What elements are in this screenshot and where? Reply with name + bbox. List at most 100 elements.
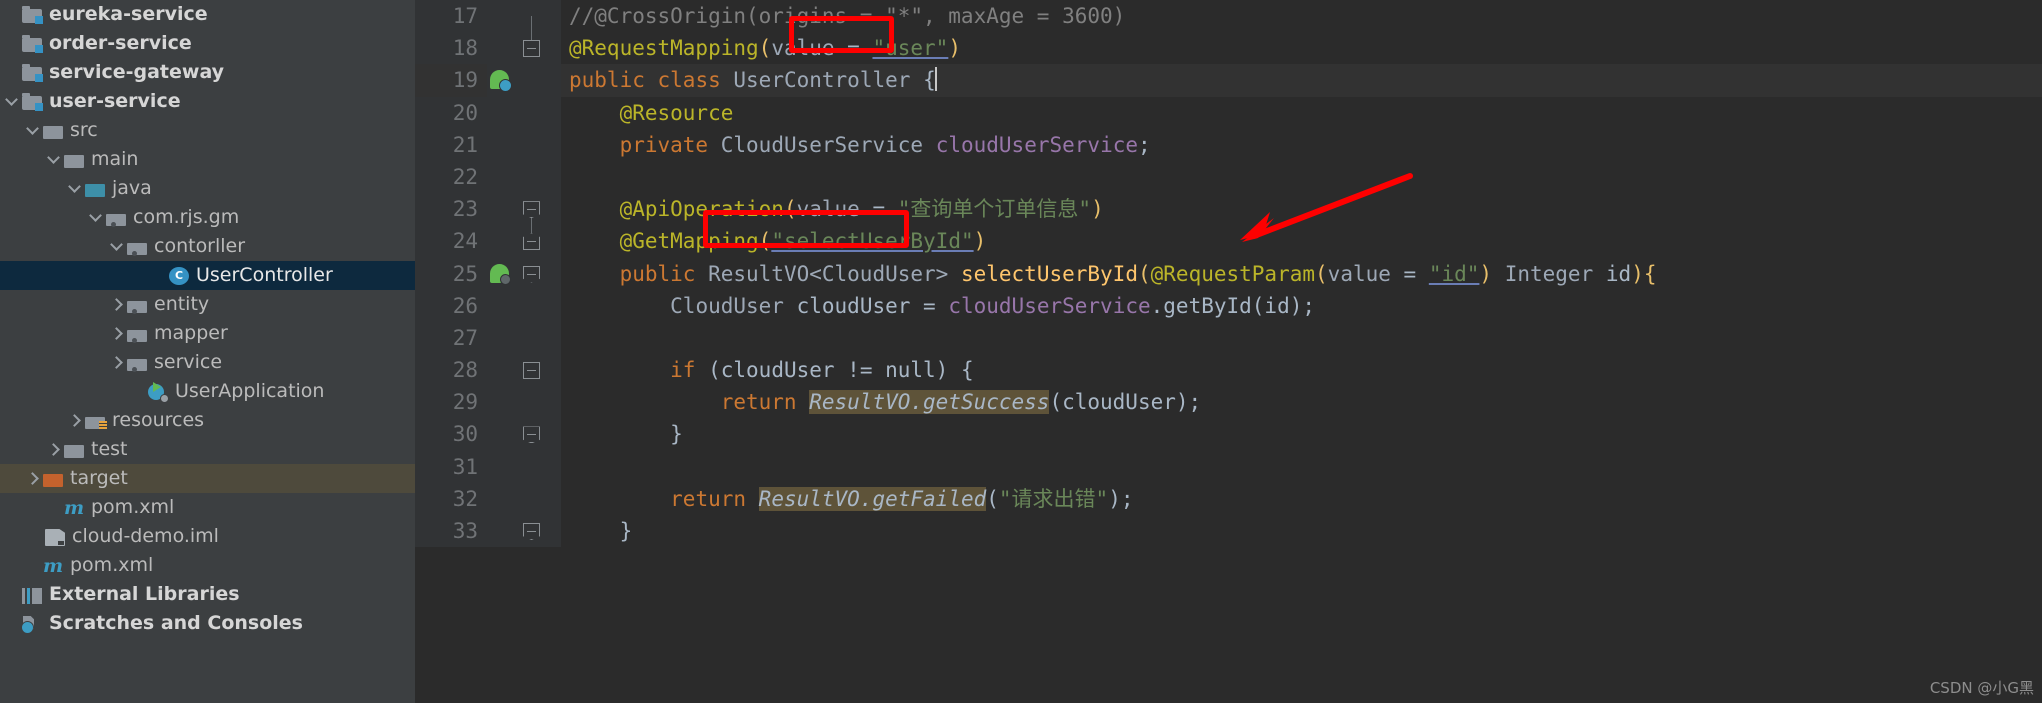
tree-item-com-rjs-gm[interactable]: com.rjs.gm xyxy=(0,203,415,232)
fold-gutter[interactable] xyxy=(517,386,551,419)
fold-collapse-icon[interactable] xyxy=(523,233,540,251)
code-line[interactable]: 19 public class UserController { xyxy=(415,64,2042,97)
gutter-marker-area[interactable] xyxy=(487,128,517,161)
tree-item-scratches-and-consoles[interactable]: Scratches and Consoles xyxy=(0,609,415,638)
gutter-marker-area[interactable] xyxy=(487,64,517,97)
gutter-marker-area[interactable] xyxy=(487,193,517,226)
fold-gutter[interactable] xyxy=(517,418,551,451)
chevron-down-icon[interactable] xyxy=(109,239,124,254)
gutter-marker-area[interactable] xyxy=(487,515,517,548)
fold-gutter[interactable] xyxy=(517,0,551,33)
chevron-down-icon[interactable] xyxy=(4,94,19,109)
chevron-down-icon[interactable] xyxy=(88,210,103,225)
code-text[interactable]: @Resource xyxy=(561,97,2042,129)
tree-item-external-libraries[interactable]: External Libraries xyxy=(0,580,415,609)
code-line[interactable]: 30 } xyxy=(415,418,2042,451)
code-text[interactable]: return ResultVO.getSuccess(cloudUser); xyxy=(561,386,2042,418)
code-line[interactable]: 24 @GetMapping("selectUserById") xyxy=(415,225,2042,258)
code-text[interactable] xyxy=(561,322,2042,354)
fold-gutter[interactable] xyxy=(517,257,551,290)
tree-item-pom-xml[interactable]: m pom.xml xyxy=(0,493,415,522)
tree-item-resources[interactable]: resources xyxy=(0,406,415,435)
fold-collapse-icon[interactable] xyxy=(523,426,540,444)
gutter-marker-area[interactable] xyxy=(487,0,517,33)
code-line[interactable]: 17 //@CrossOrigin(origins = "*", maxAge … xyxy=(415,0,2042,33)
tree-item-entity[interactable]: entity xyxy=(0,290,415,319)
chevron-right-icon[interactable] xyxy=(67,413,82,428)
gutter-marker-area[interactable] xyxy=(487,289,517,322)
chevron-right-icon[interactable] xyxy=(109,326,124,341)
fold-gutter[interactable] xyxy=(517,96,551,129)
fold-gutter[interactable] xyxy=(517,450,551,483)
code-line[interactable]: 21 private CloudUserService cloudUserSer… xyxy=(415,128,2042,161)
code-line[interactable]: 31 xyxy=(415,450,2042,483)
gutter-marker-area[interactable] xyxy=(487,321,517,355)
chevron-down-icon[interactable] xyxy=(25,123,40,138)
code-text[interactable] xyxy=(561,451,2042,483)
code-line[interactable]: 20 @Resource xyxy=(415,96,2042,129)
tree-item-userapplication[interactable]: UserApplication xyxy=(0,377,415,406)
code-line[interactable]: 32 return ResultVO.getFailed("请求出错"); xyxy=(415,482,2042,515)
code-line[interactable]: 29 return ResultVO.getSuccess(cloudUser)… xyxy=(415,386,2042,419)
code-line[interactable]: 18 @RequestMapping(value = "user") xyxy=(415,32,2042,65)
tree-item-service-gateway[interactable]: service-gateway xyxy=(0,58,415,87)
code-text[interactable]: @GetMapping("selectUserById") xyxy=(561,225,2042,257)
fold-gutter[interactable] xyxy=(517,354,551,387)
tree-item-pom-xml[interactable]: m pom.xml xyxy=(0,551,415,580)
code-text[interactable]: } xyxy=(561,418,2042,450)
editor-pane[interactable]: 17 //@CrossOrigin(origins = "*", maxAge … xyxy=(415,0,2042,703)
fold-gutter[interactable] xyxy=(517,32,551,65)
code-line[interactable]: 22 xyxy=(415,160,2042,194)
tree-item-target[interactable]: target xyxy=(0,464,415,493)
code-text[interactable]: public class UserController { xyxy=(561,64,2042,97)
code-text[interactable] xyxy=(561,161,2042,193)
chevron-right-icon[interactable] xyxy=(46,442,61,457)
code-line[interactable]: 27 xyxy=(415,321,2042,355)
fold-gutter[interactable] xyxy=(517,482,551,515)
code-line[interactable]: 26 CloudUser cloudUser = cloudUserServic… xyxy=(415,289,2042,322)
fold-collapse-icon[interactable] xyxy=(523,362,540,380)
fold-gutter[interactable] xyxy=(517,289,551,322)
gutter-marker-area[interactable] xyxy=(487,386,517,419)
chevron-right-icon[interactable] xyxy=(25,471,40,486)
tree-item-usercontroller[interactable]: C UserController xyxy=(0,261,415,290)
fold-gutter[interactable] xyxy=(517,321,551,355)
spring-bean-icon[interactable] xyxy=(490,70,512,93)
tree-item-test[interactable]: test xyxy=(0,435,415,464)
chevron-right-icon[interactable] xyxy=(109,297,124,312)
fold-gutter[interactable] xyxy=(517,160,551,194)
fold-gutter[interactable] xyxy=(517,225,551,258)
spring-mapping-icon[interactable] xyxy=(490,263,511,285)
code-text[interactable]: return ResultVO.getFailed("请求出错"); xyxy=(561,483,2042,515)
tree-item-service[interactable]: service xyxy=(0,348,415,377)
gutter-marker-area[interactable] xyxy=(487,418,517,451)
tree-item-user-service[interactable]: user-service xyxy=(0,87,415,116)
code-text[interactable]: CloudUser cloudUser = cloudUserService.g… xyxy=(561,290,2042,322)
fold-collapse-icon[interactable] xyxy=(523,40,540,58)
fold-collapse-icon[interactable] xyxy=(523,265,540,283)
fold-gutter[interactable] xyxy=(517,515,551,548)
chevron-right-icon[interactable] xyxy=(109,355,124,370)
gutter-marker-area[interactable] xyxy=(487,482,517,515)
tree-item-src[interactable]: src xyxy=(0,116,415,145)
code-line[interactable]: 33 } xyxy=(415,515,2042,548)
fold-collapse-icon[interactable] xyxy=(523,523,540,540)
code-line[interactable]: 28 if (cloudUser != null) { xyxy=(415,354,2042,387)
tree-item-order-service[interactable]: order-service xyxy=(0,29,415,58)
tree-item-java[interactable]: java xyxy=(0,174,415,203)
tree-item-eureka-service[interactable]: eureka-service xyxy=(0,0,415,29)
gutter-marker-area[interactable] xyxy=(487,225,517,258)
gutter-marker-area[interactable] xyxy=(487,96,517,129)
tree-item-mapper[interactable]: mapper xyxy=(0,319,415,348)
fold-gutter[interactable] xyxy=(517,128,551,161)
gutter-marker-area[interactable] xyxy=(487,354,517,387)
code-text[interactable]: @RequestMapping(value = "user") xyxy=(561,32,2042,64)
code-text[interactable]: public ResultVO<CloudUser> selectUserByI… xyxy=(561,258,2042,290)
code-text[interactable]: private CloudUserService cloudUserServic… xyxy=(561,129,2042,161)
gutter-marker-area[interactable] xyxy=(487,257,517,290)
fold-gutter[interactable] xyxy=(517,193,551,227)
code-text[interactable]: if (cloudUser != null) { xyxy=(561,354,2042,386)
tree-item-contorller[interactable]: contorller xyxy=(0,232,415,261)
gutter-marker-area[interactable] xyxy=(487,450,517,483)
gutter-marker-area[interactable] xyxy=(487,160,517,194)
